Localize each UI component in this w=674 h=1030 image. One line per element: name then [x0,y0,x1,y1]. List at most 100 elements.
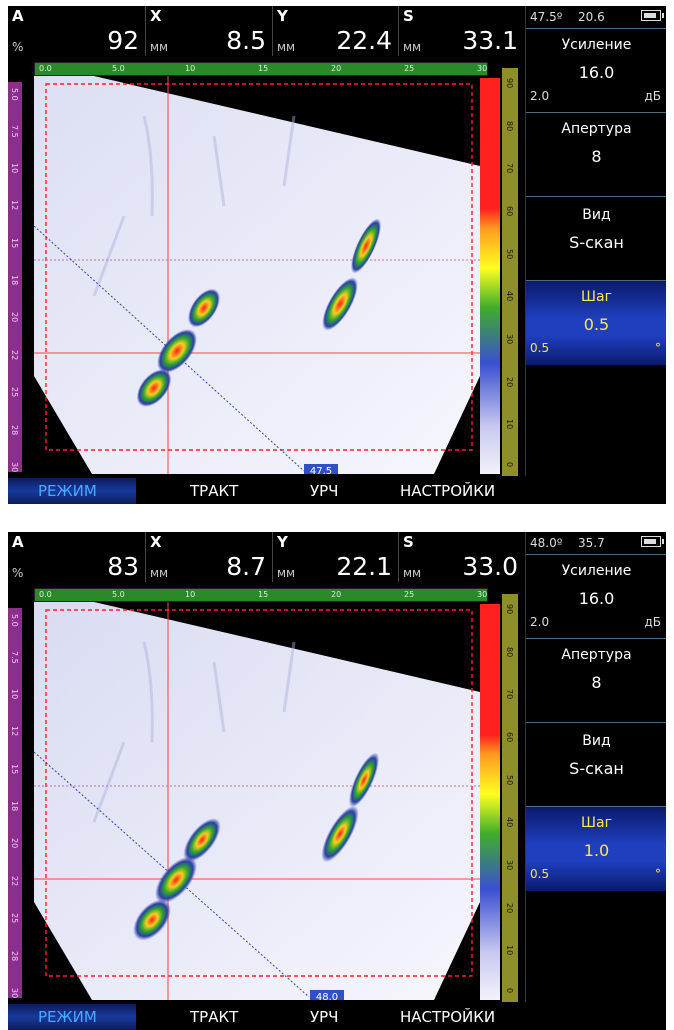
param-unit: дБ [644,89,661,103]
readout-value: 92 [107,26,139,55]
readout-unit: мм [403,40,422,54]
menu-path[interactable]: ТРАКТ [190,1008,238,1026]
menu-mode[interactable]: РЕЖИМ [38,482,97,500]
param-unit: ° [655,867,661,881]
readout-value: 22.4 [336,26,392,55]
s-scan-area[interactable]: 0.0 5.0 10 15 20 25 30 5.0 7.5 10 12 15 18 20 22 25 28 3… [8,582,524,1004]
readout-header: A % 83 X мм 8.7 Y мм 22.1 S мм 33.0 [8,532,524,582]
readout-value: 8.7 [226,552,266,581]
color-palette-bar [480,604,500,1000]
param-min: 2.0 [530,89,550,103]
angle-marker-label: 48.0 [316,992,338,1000]
ruler-y-tick-label: 22 [10,875,19,886]
scale-tick-label: 60 [505,206,514,217]
scale-tick-label: 50 [505,774,514,785]
ruler-y-tick-label: 28 [10,424,19,435]
readout-letter: S [403,7,414,25]
ruler-y-tick-label: 5.0 [10,614,19,627]
param-title: Вид [582,207,611,223]
param-aperture[interactable]: Апертура 8 [526,638,666,723]
param-min: 0.5 [530,341,550,355]
param-value: 8 [591,673,602,692]
ruler-x-tick-label: 15 [258,590,269,599]
scale-tick-label: 0 [505,462,514,468]
ruler-x-tick-label: 30 [477,590,488,599]
vertical-ruler: 5.0 7.5 10 12 15 18 20 22 25 28 30 [8,82,22,472]
ruler-y-tick-label: 30 [10,462,19,473]
ruler-x-tick-label: 25 [404,590,415,599]
param-view[interactable]: Вид S-скан [526,722,666,807]
menu-settings[interactable]: НАСТРОЙКИ [400,1008,495,1026]
ruler-y-tick-label: 20 [10,838,19,849]
readout-value: 83 [107,552,139,581]
readout-unit: мм [277,40,296,54]
readout-y: Y мм 22.1 [273,532,399,582]
param-gain[interactable]: Усиление 16.0 2.0 дБ [526,28,666,113]
amplitude-scale: 90 80 70 60 50 40 30 20 10 0 [502,594,518,1002]
readout-amplitude: A % 92 [8,6,146,56]
param-value: 16.0 [578,589,615,608]
readout-value: 22.1 [336,552,392,581]
status-bar: 48.0º 35.7 [526,532,666,554]
horizontal-ruler: 0.0 5.0 10 15 20 25 30 [34,588,488,602]
param-title: Апертура [561,121,632,137]
ruler-y-tick-label: 18 [10,275,19,286]
menu-tcg[interactable]: УРЧ [310,1008,338,1026]
param-view[interactable]: Вид S-скан [526,196,666,281]
s-scan-graphic: 48.0 [33,602,480,1003]
readout-unit: % [12,566,24,580]
ruler-y-tick-label: 12 [10,200,19,211]
readout-letter: X [150,7,162,25]
param-title: Шаг [581,815,612,831]
status-bar: 47.5º 20.6 [526,6,666,28]
amplitude-scale: 90 80 70 60 50 40 30 20 10 0 [502,68,518,476]
scale-tick-label: 10 [505,945,514,956]
menu-mode[interactable]: РЕЖИМ [38,1008,97,1026]
param-min: 2.0 [530,615,550,629]
menu-settings[interactable]: НАСТРОЙКИ [400,482,495,500]
battery-icon [641,10,664,21]
status-value: 35.7 [578,536,605,550]
status-angle: 47.5º [530,10,563,24]
ruler-y-tick-label: 25 [10,387,19,398]
s-scan-image[interactable]: 48.0 [33,602,480,1003]
param-step[interactable]: Шаг 0.5 0.5 ° [526,280,666,365]
readout-value: 33.0 [462,552,518,581]
readout-unit: мм [403,566,422,580]
scale-tick-label: 90 [505,604,514,615]
readout-header: A % 92 X мм 8.5 Y мм 22.4 S мм 33.1 [8,6,524,56]
s-scan-image[interactable]: 47.5 [33,76,480,477]
ruler-x-tick-label: 15 [258,64,269,73]
s-scan-area[interactable]: 0.0 5.0 10 15 20 25 30 5.0 7.5 10 12 15 18 20 22 25 28 3… [8,56,524,478]
readout-unit: мм [150,566,169,580]
scale-tick-label: 80 [505,646,514,657]
readout-unit: мм [150,40,169,54]
ruler-y-tick-label: 18 [10,801,19,812]
ruler-x-tick-label: 0.0 [39,64,52,73]
param-unit: дБ [644,615,661,629]
readout-s: S мм 33.0 [399,532,524,582]
readout-value: 33.1 [462,26,518,55]
menu-tcg[interactable]: УРЧ [310,482,338,500]
readout-amplitude: A % 83 [8,532,146,582]
param-min: 0.5 [530,867,550,881]
param-step[interactable]: Шаг 1.0 0.5 ° [526,806,666,891]
ruler-x-tick-label: 10 [185,590,196,599]
bottom-menu: РЕЖИМ ТРАКТ УРЧ НАСТРОЙКИ [8,1004,524,1030]
scale-tick-label: 70 [505,689,514,700]
scan-screen-1: A % 92 X мм 8.5 Y мм 22.4 S мм 33.1 0.0 5… [8,6,666,504]
ruler-y-tick-label: 12 [10,726,19,737]
readout-letter: Y [277,7,288,25]
s-scan-graphic: 47.5 [33,76,480,477]
menu-path[interactable]: ТРАКТ [190,482,238,500]
param-aperture[interactable]: Апертура 8 [526,112,666,197]
scale-tick-label: 20 [505,902,514,913]
readout-x: X мм 8.5 [146,6,273,56]
scale-tick-label: 30 [505,334,514,345]
ruler-x-tick-label: 20 [331,64,342,73]
scale-tick-label: 40 [505,817,514,828]
param-title: Апертура [561,647,632,663]
param-value: 0.5 [583,315,610,334]
param-gain[interactable]: Усиление 16.0 2.0 дБ [526,554,666,639]
ruler-y-tick-label: 10 [10,162,19,173]
